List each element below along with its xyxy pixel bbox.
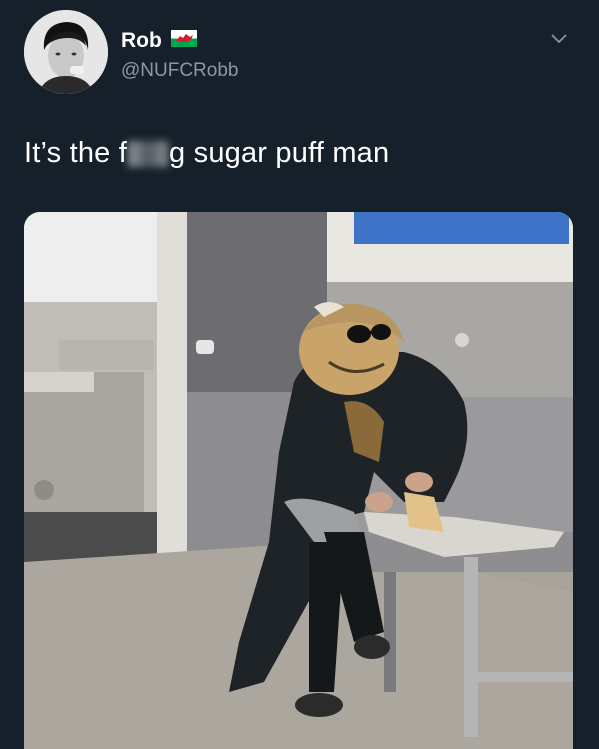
- tweet-photo[interactable]: [24, 212, 573, 749]
- user-handle[interactable]: @NUFCRobb: [121, 60, 238, 82]
- tweet-text: It’s the f g sugar puff man: [24, 137, 389, 170]
- name-row: Rob: [121, 29, 197, 53]
- tweet-text-part: g sugar puff man: [169, 137, 390, 169]
- chevron-down-icon[interactable]: [549, 28, 569, 48]
- wales-flag-icon: [170, 30, 197, 52]
- tweet-header: Rob @NUFCRobb: [24, 10, 575, 96]
- censored-word: [128, 140, 169, 167]
- avatar[interactable]: [24, 10, 108, 94]
- tweet-text-part: It’s the f: [24, 137, 128, 169]
- display-name[interactable]: Rob: [121, 29, 162, 53]
